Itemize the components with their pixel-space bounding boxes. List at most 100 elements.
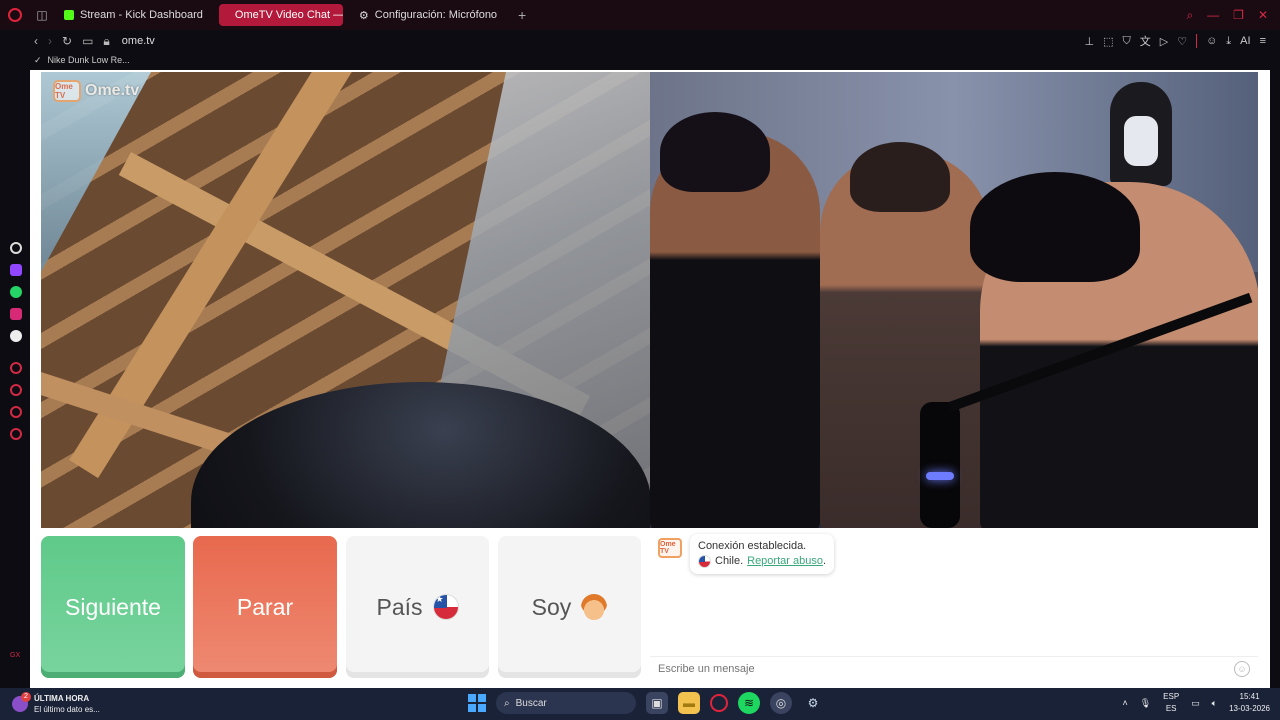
search-icon: ⌕	[504, 697, 510, 709]
whatsapp-icon[interactable]	[10, 286, 22, 298]
ai-button[interactable]: AI	[1240, 35, 1250, 47]
tab-label: OmeTV Video Chat —	[234, 9, 343, 21]
cat-poster	[1110, 82, 1172, 186]
search-label: Buscar	[515, 697, 547, 709]
clock[interactable]: 15:41 13-03-2026	[1229, 691, 1270, 715]
system-message: Conexión establecida. Chile. Reportar ab…	[690, 534, 835, 574]
chat-input-bar: ☺	[650, 656, 1258, 680]
reload-icon[interactable]: ↻	[62, 34, 72, 48]
bookmark-item[interactable]: Nike Dunk Low Re...	[48, 55, 130, 65]
windows-taskbar: ÚLTIMA HORA El último dato es... ⌕ Busca…	[0, 688, 1280, 720]
kick-favicon-icon	[64, 10, 74, 20]
settings-icon[interactable]	[10, 428, 22, 440]
gender-button-label: Soy	[531, 593, 572, 620]
pin-icon[interactable]: ⊥	[1084, 35, 1094, 48]
country-button[interactable]: País	[346, 536, 489, 678]
instagram-icon[interactable]	[10, 308, 22, 320]
translate-icon[interactable]: 文	[1140, 33, 1151, 49]
microphone	[920, 402, 960, 528]
minimize-icon[interactable]: —	[1207, 8, 1219, 23]
country-text: Chile.	[715, 555, 744, 567]
tv-logo-icon: Ome TV	[53, 80, 81, 102]
spotify-icon[interactable]: ≋	[738, 692, 760, 714]
forward-icon[interactable]: ›	[48, 34, 52, 48]
microphone-icon[interactable]: 🎙︎	[1140, 698, 1151, 709]
new-tab-button[interactable]: +	[513, 7, 531, 23]
browser-sidebar: GX	[0, 68, 30, 688]
task-view-icon[interactable]: ▣	[646, 692, 668, 714]
download-icon[interactable]: ⤓	[1226, 35, 1231, 48]
extensions-icon[interactable]	[10, 406, 22, 418]
person-right-hair	[970, 172, 1140, 282]
taskbar-search[interactable]: ⌕ Buscar	[496, 692, 636, 714]
window-controls: ⌕ — ❐ ✕	[1186, 8, 1280, 23]
gx-icon[interactable]: GX	[10, 652, 20, 659]
monitor-icon[interactable]: ▭	[1191, 698, 1200, 709]
date: 13-03-2026	[1229, 704, 1270, 713]
file-explorer-icon[interactable]: ▬	[678, 692, 700, 714]
person-middle-hair	[850, 142, 950, 212]
chile-flag-icon	[698, 555, 711, 568]
history-icon[interactable]	[10, 384, 22, 396]
local-video: Ome TV Ome.tv	[41, 72, 650, 528]
snapshot-icon[interactable]: ⬚	[1103, 35, 1113, 48]
obs-icon[interactable]: ◎	[770, 692, 792, 714]
address-bar: ‹ › ↻ ▭ 🔒︎ ome.tv ⊥ ⬚ ⛉ 文 ▷ ♡ ☺ ⤓ AI ≡	[0, 30, 1280, 52]
stop-button-label: Parar	[236, 593, 294, 620]
chevron-up-icon[interactable]: ˄	[1122, 698, 1127, 708]
next-button[interactable]: Siguiente	[41, 536, 185, 678]
report-abuse-link[interactable]: Reportar abuso	[747, 555, 823, 567]
url-field[interactable]: ome.tv	[122, 35, 155, 47]
workspaces-icon[interactable]: ◫	[30, 3, 54, 27]
tiktok-icon[interactable]	[10, 330, 22, 342]
right-edge	[1270, 70, 1280, 688]
gear-icon: ⚙	[358, 9, 369, 22]
gender-button[interactable]: Soy	[498, 536, 641, 678]
search-tabs-icon[interactable]: ⌕	[1186, 8, 1193, 23]
tab-label: Configuración: Micrófono	[374, 9, 498, 21]
tab-ometv[interactable]: OmeTV Video Chat —	[218, 4, 343, 26]
system-tray: ˄ 🎙︎ ESP ES ▭ 🔈︎ 15:41 13-03-2026	[1122, 691, 1270, 715]
volume-icon[interactable]: 🔈︎	[1212, 698, 1217, 709]
opera-icon[interactable]	[710, 694, 728, 712]
tab-label: Stream - Kick Dashboard	[80, 9, 203, 21]
steam-icon[interactable]: ⚙	[802, 692, 824, 714]
back-icon[interactable]: ‹	[34, 34, 38, 48]
close-icon[interactable]: ✕	[1258, 8, 1268, 23]
tab-kick-dashboard[interactable]: Stream - Kick Dashboard	[54, 4, 213, 26]
opera-logo-icon[interactable]	[0, 0, 30, 30]
tv-logo-icon: Ome TV	[658, 538, 682, 558]
browser-tab-bar: ◫ Stream - Kick Dashboard OmeTV Video Ch…	[0, 0, 1280, 30]
play-icon[interactable]: ▷	[1160, 35, 1168, 48]
person-left-hair	[660, 112, 770, 192]
heart-icon[interactable]: ♡	[1177, 35, 1187, 48]
player-icon[interactable]	[10, 362, 22, 374]
camera-icon[interactable]: ▭	[82, 34, 93, 48]
news-title: ÚLTIMA HORA	[34, 694, 90, 703]
chat-panel: Ome TV Conexión establecida. Chile. Repo…	[650, 528, 1258, 688]
news-badge-icon	[12, 692, 31, 712]
stop-button[interactable]: Parar	[193, 536, 337, 678]
lock-icon: 🔒︎	[103, 33, 110, 48]
emoji-icon[interactable]: ☺	[1234, 660, 1250, 677]
shield-icon[interactable]: ⛉	[1122, 35, 1130, 48]
chatgpt-icon[interactable]	[10, 242, 22, 254]
news-widget[interactable]: ÚLTIMA HORA El último dato es...	[0, 692, 300, 715]
ometv-logo: Ome TV Ome.tv	[53, 80, 139, 102]
ometv-page: Ome TV Ome.tv Siguiente Parar País Soy O…	[30, 70, 1270, 688]
country-button-label: País	[376, 593, 423, 620]
menu-icon[interactable]: ≡	[1260, 35, 1266, 47]
divider	[1196, 34, 1198, 48]
windows-start-icon[interactable]	[468, 694, 486, 712]
remote-video	[650, 72, 1258, 528]
language-indicator[interactable]: ESP ES	[1163, 691, 1179, 715]
message-input[interactable]	[658, 662, 1234, 675]
tab-settings-microphone[interactable]: ⚙ Configuración: Micrófono	[349, 4, 507, 26]
boy-emoji-icon	[581, 594, 608, 620]
twitch-icon[interactable]	[10, 264, 22, 276]
next-button-label: Siguiente	[65, 593, 161, 620]
time: 15:41	[1239, 692, 1260, 701]
maximize-icon[interactable]: ❐	[1233, 8, 1244, 23]
taskbar-apps: ⌕ Buscar ▣ ▬ ≋ ◎ ⚙	[468, 692, 824, 714]
profile-icon[interactable]: ☺	[1206, 35, 1217, 47]
